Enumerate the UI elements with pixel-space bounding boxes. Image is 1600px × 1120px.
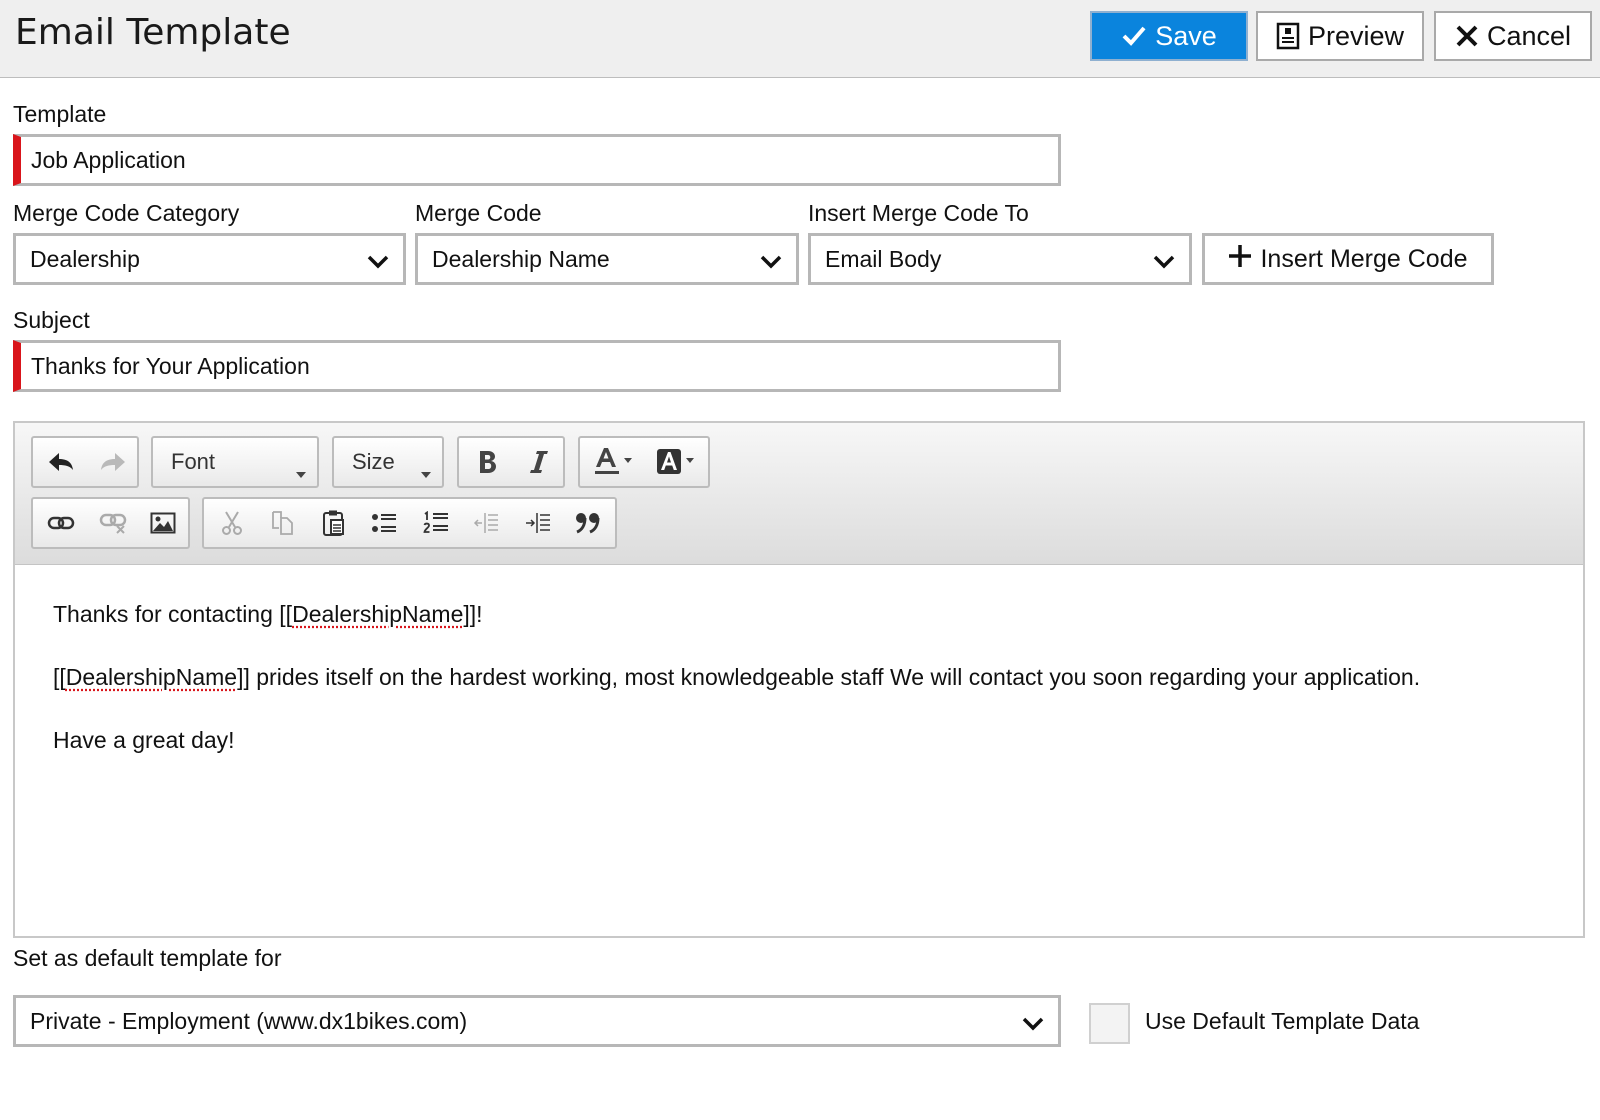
merge-category-value: Dealership [30, 245, 140, 272]
outdent-icon[interactable] [462, 499, 510, 547]
body-paragraph-2: [[DealershipName]] prides itself on the … [53, 664, 1421, 690]
template-label: Template [13, 101, 107, 127]
chevron-down-icon [367, 250, 389, 277]
background-color-icon[interactable] [648, 438, 706, 486]
redo-icon[interactable] [89, 438, 137, 486]
merge-code-label: Merge Code [415, 200, 542, 226]
numbered-list-icon[interactable] [412, 499, 460, 547]
blockquote-icon[interactable] [564, 499, 612, 547]
editor-content[interactable]: Thanks for contacting [[DealershipName]]… [53, 599, 1563, 788]
bulleted-list-icon[interactable] [360, 499, 408, 547]
cancel-button-label: Cancel [1486, 20, 1572, 51]
document-icon [1276, 22, 1300, 50]
caret-down-icon [420, 459, 432, 485]
close-icon [1455, 24, 1479, 48]
chevron-down-icon [1153, 250, 1175, 277]
insert-to-select[interactable]: Email Body [808, 233, 1192, 285]
font-combo-label: Font [171, 449, 216, 474]
body-paragraph-1: Thanks for contacting [[DealershipName]]… [53, 601, 483, 627]
size-combo[interactable]: Size [332, 436, 444, 488]
insert-to-value: Email Body [825, 245, 942, 272]
unlink-icon[interactable] [89, 499, 137, 547]
default-template-select[interactable]: Private - Employment (www.dx1bikes.com) [13, 995, 1061, 1047]
insert-merge-code-label: Insert Merge Code [1260, 244, 1468, 273]
use-default-data-label: Use Default Template Data [1145, 1008, 1420, 1034]
links-group [31, 497, 190, 549]
bold-icon[interactable] [463, 438, 511, 486]
subject-input[interactable]: Thanks for Your Application [13, 340, 1061, 392]
font-combo[interactable]: Font [151, 436, 319, 488]
colors-group [578, 436, 710, 488]
merge-code-value: Dealership Name [432, 245, 610, 272]
save-button[interactable]: Save [1090, 11, 1248, 61]
checkmark-icon [1121, 23, 1147, 49]
copy-icon[interactable] [258, 499, 306, 547]
basic-styles-group [457, 436, 565, 488]
link-icon[interactable] [37, 499, 85, 547]
template-value: Job Application [31, 146, 186, 173]
plus-icon [1228, 244, 1252, 275]
caret-down-icon [295, 459, 307, 485]
insert-merge-code-button[interactable]: Insert Merge Code [1202, 233, 1494, 285]
merge-code-select[interactable]: Dealership Name [415, 233, 799, 285]
chevron-down-icon [760, 250, 782, 277]
save-button-label: Save [1155, 20, 1217, 51]
insert-to-label: Insert Merge Code To [808, 200, 1029, 226]
merge-category-select[interactable]: Dealership [13, 233, 406, 285]
cancel-button[interactable]: Cancel [1434, 11, 1592, 61]
italic-icon[interactable] [515, 438, 563, 486]
use-default-data-checkbox[interactable] [1089, 1003, 1130, 1044]
paste-icon[interactable] [310, 499, 358, 547]
preview-button-label: Preview [1307, 20, 1405, 51]
rich-text-editor: Font Size Thanks for contacting [[Dealer… [13, 421, 1585, 938]
merge-code-token: DealershipName [292, 601, 464, 627]
clipboard-lists-group [202, 497, 617, 549]
header-bar: Email Template Save Preview Cancel [0, 0, 1600, 78]
undo-icon[interactable] [37, 438, 85, 486]
editor-toolbar: Font Size [15, 423, 1583, 565]
merge-category-label: Merge Code Category [13, 200, 240, 226]
subject-label: Subject [13, 307, 90, 333]
default-template-value: Private - Employment (www.dx1bikes.com) [30, 1007, 468, 1034]
cut-icon[interactable] [208, 499, 256, 547]
history-group [31, 436, 139, 488]
merge-code-token: DealershipName [65, 664, 238, 690]
subject-value: Thanks for Your Application [31, 352, 310, 379]
default-template-label: Set as default template for [13, 945, 282, 971]
indent-icon[interactable] [514, 499, 562, 547]
template-input[interactable]: Job Application [13, 134, 1061, 186]
body-paragraph-3: Have a great day! [53, 727, 235, 753]
chevron-down-icon [1022, 1012, 1044, 1039]
preview-button[interactable]: Preview [1256, 11, 1424, 61]
page-title: Email Template [15, 12, 291, 53]
text-color-icon[interactable] [586, 438, 644, 486]
image-icon[interactable] [139, 499, 187, 547]
size-combo-label: Size [352, 449, 395, 474]
